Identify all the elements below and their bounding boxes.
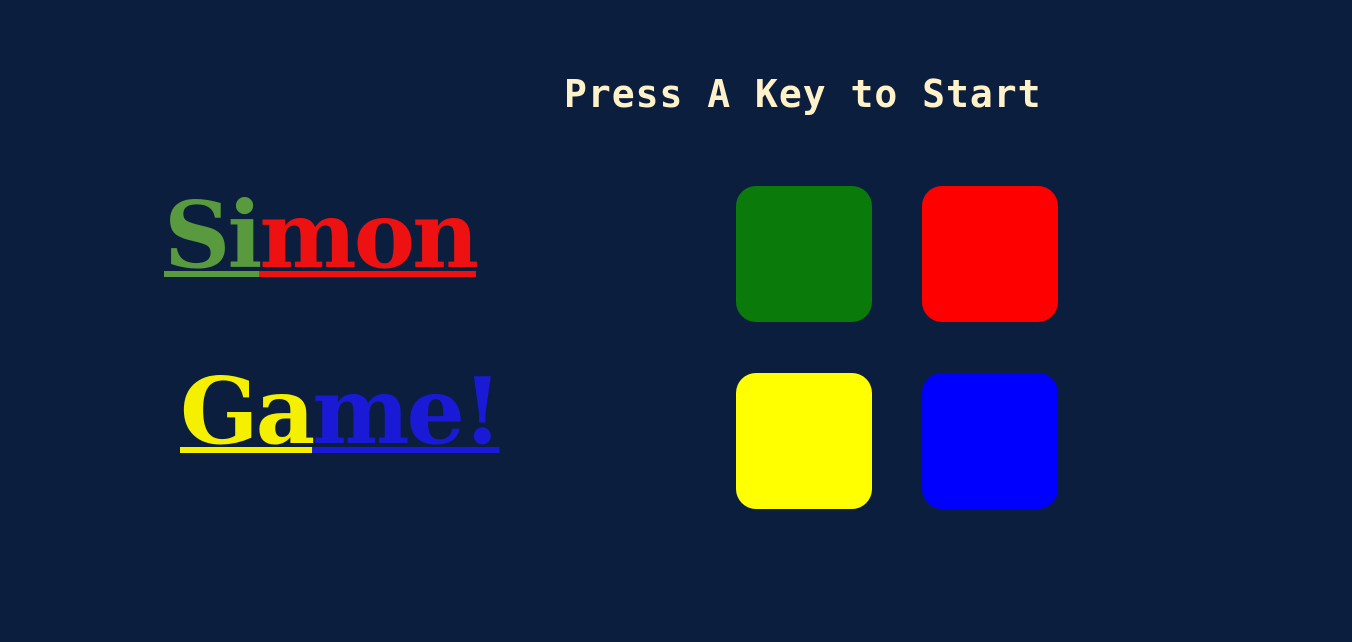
start-prompt: Press A Key to Start (564, 72, 1042, 116)
yellow-pad-button[interactable] (736, 373, 872, 509)
title-part-si: Si (164, 181, 262, 289)
title-simon: Simon (164, 180, 479, 290)
title-part-ga: Ga (180, 357, 315, 465)
green-pad-button[interactable] (736, 186, 872, 322)
title-part-mon: mon (259, 181, 479, 289)
title-game: Game! (180, 356, 502, 466)
red-pad-button[interactable] (922, 186, 1058, 322)
blue-pad-button[interactable] (922, 373, 1058, 509)
title-part-me: me! (312, 357, 502, 465)
